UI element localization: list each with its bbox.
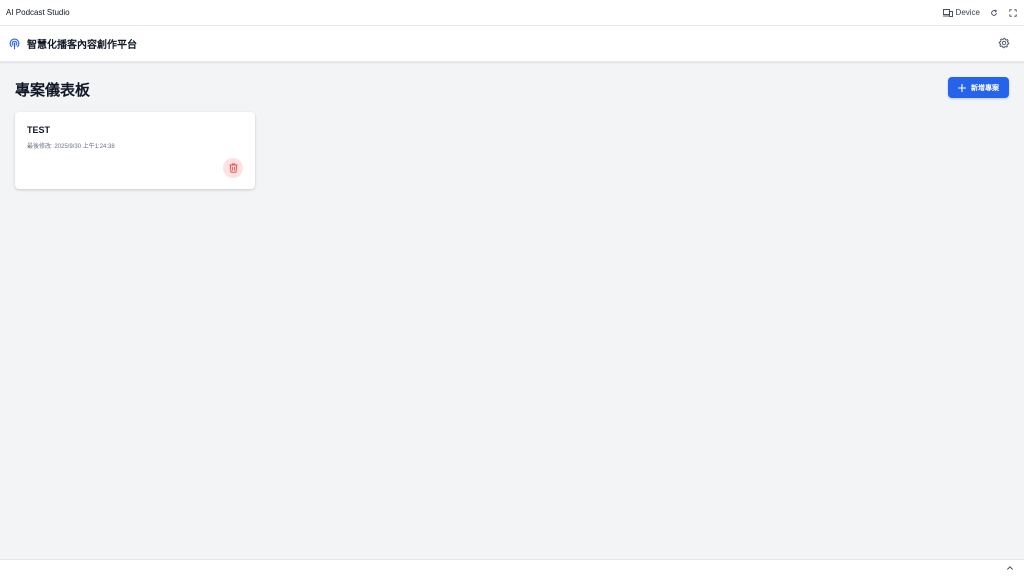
project-last-modified: 最後修改: 2025/9/30 上午1:24:38 <box>27 144 115 150</box>
bottom-bar <box>0 559 1024 576</box>
new-project-label: 新增專案 <box>971 84 999 92</box>
gear-icon[interactable] <box>998 37 1012 51</box>
chevron-up-icon[interactable] <box>1006 564 1014 572</box>
window-titlebar: AI Podcast Studio Device <box>0 0 1024 26</box>
device-toggle[interactable]: Device <box>942 8 980 17</box>
window-title: AI Podcast Studio <box>6 8 70 17</box>
fullscreen-icon[interactable] <box>1008 8 1018 18</box>
new-project-button[interactable]: 新增專案 <box>948 77 1009 98</box>
project-name: TEST <box>27 125 51 135</box>
brand: 智慧化播客內容創作平台 <box>8 36 137 51</box>
device-label: Device <box>955 8 980 17</box>
plus-icon <box>958 83 966 92</box>
refresh-icon[interactable] <box>989 8 999 18</box>
trash-icon <box>228 163 238 173</box>
dashboard: 專案儀表板 新增專案 TEST 最後修改: 2025/9/30 上午1:24:3… <box>0 62 1024 559</box>
delete-project-button[interactable] <box>223 158 243 178</box>
brand-name: 智慧化播客內容創作平台 <box>27 40 137 51</box>
device-icon <box>942 8 953 17</box>
app-header: 智慧化播客內容創作平台 <box>0 26 1024 62</box>
window-controls: Device <box>942 8 1018 18</box>
project-card[interactable]: TEST 最後修改: 2025/9/30 上午1:24:38 <box>15 112 255 189</box>
page-title: 專案儀表板 <box>15 82 91 99</box>
podcast-broadcast-icon <box>9 38 20 50</box>
